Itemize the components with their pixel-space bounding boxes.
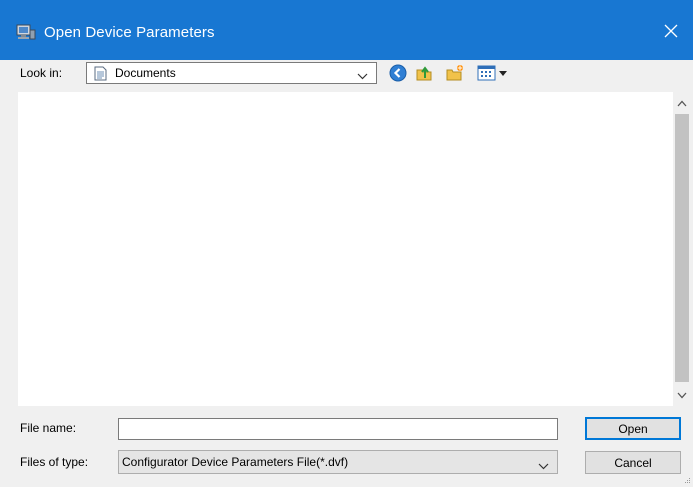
look-in-dropdown[interactable]: Documents bbox=[86, 62, 377, 84]
resize-grip-icon[interactable] bbox=[683, 473, 691, 483]
view-menu-button[interactable] bbox=[476, 63, 512, 85]
scroll-up-button[interactable] bbox=[673, 94, 691, 112]
back-icon bbox=[389, 64, 407, 85]
chevron-down-icon bbox=[538, 459, 549, 470]
open-button[interactable]: Open bbox=[585, 417, 681, 440]
scroll-down-button[interactable] bbox=[673, 386, 691, 404]
files-of-type-value: Configurator Device Parameters File(*.dv… bbox=[122, 455, 349, 469]
window-title: Open Device Parameters bbox=[44, 24, 215, 41]
back-button[interactable] bbox=[387, 63, 409, 85]
look-in-label: Look in: bbox=[20, 66, 63, 80]
up-folder-icon bbox=[415, 64, 433, 85]
new-folder-icon bbox=[446, 64, 464, 85]
new-folder-button[interactable] bbox=[444, 63, 466, 85]
file-list[interactable] bbox=[18, 92, 691, 406]
chevron-down-icon bbox=[677, 388, 687, 402]
scroll-thumb[interactable] bbox=[675, 114, 689, 382]
view-menu-icon bbox=[477, 64, 511, 85]
close-button[interactable] bbox=[649, 17, 693, 47]
cancel-button[interactable]: Cancel bbox=[585, 451, 681, 474]
file-name-input[interactable] bbox=[118, 418, 558, 440]
title-bar: Open Device Parameters bbox=[0, 0, 693, 60]
chevron-up-icon bbox=[677, 96, 687, 110]
look-in-value: Documents bbox=[115, 66, 176, 80]
device-computer-icon bbox=[16, 24, 36, 40]
vertical-scrollbar[interactable] bbox=[673, 92, 691, 406]
up-folder-button[interactable] bbox=[413, 63, 435, 85]
documents-folder-icon bbox=[94, 66, 107, 81]
files-of-type-dropdown[interactable]: Configurator Device Parameters File(*.dv… bbox=[118, 450, 558, 474]
files-of-type-label: Files of type: bbox=[20, 455, 89, 469]
chevron-down-icon bbox=[357, 69, 368, 80]
file-name-label: File name: bbox=[20, 421, 77, 435]
close-icon bbox=[664, 24, 678, 41]
